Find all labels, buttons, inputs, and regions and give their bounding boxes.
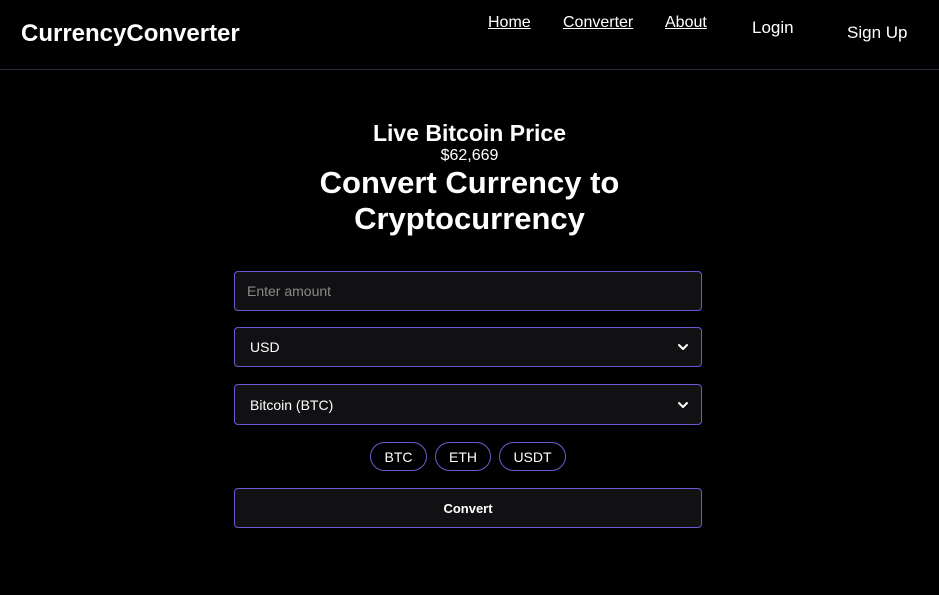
nav-link-converter[interactable]: Converter: [563, 13, 633, 33]
login-button[interactable]: Login: [752, 18, 794, 38]
live-price-title: Live Bitcoin Price: [372, 120, 566, 146]
page-title-line-2: Cryptocurrency: [354, 201, 585, 236]
page: CurrencyConverter Home Converter About L…: [0, 0, 939, 595]
from-currency-value: USD: [250, 339, 280, 355]
to-currency-value: Bitcoin (BTC): [250, 396, 334, 413]
quick-pick-btc-button[interactable]: BTC: [370, 442, 427, 471]
nav-link-home[interactable]: Home: [488, 13, 531, 33]
quick-pick-usdt-button[interactable]: USDT: [499, 442, 566, 471]
to-currency-select[interactable]: Bitcoin (BTC): [234, 384, 702, 425]
live-price-value: $62,669: [440, 147, 499, 164]
chevron-down-icon: [678, 401, 688, 408]
page-title: Convert Currency to Cryptocurrency: [0, 165, 939, 237]
signup-button[interactable]: Sign Up: [847, 23, 907, 43]
from-currency-select[interactable]: USD: [234, 327, 702, 367]
chevron-down-icon: [678, 344, 688, 350]
brand-logo[interactable]: CurrencyConverter: [21, 20, 240, 48]
page-title-line-1: Convert Currency to: [319, 165, 620, 200]
amount-input[interactable]: [234, 271, 702, 311]
convert-button[interactable]: Convert: [234, 488, 702, 528]
top-navbar: CurrencyConverter Home Converter About L…: [0, 0, 939, 70]
quick-pick-eth-button[interactable]: ETH: [435, 442, 491, 471]
nav-link-about[interactable]: About: [665, 13, 707, 33]
